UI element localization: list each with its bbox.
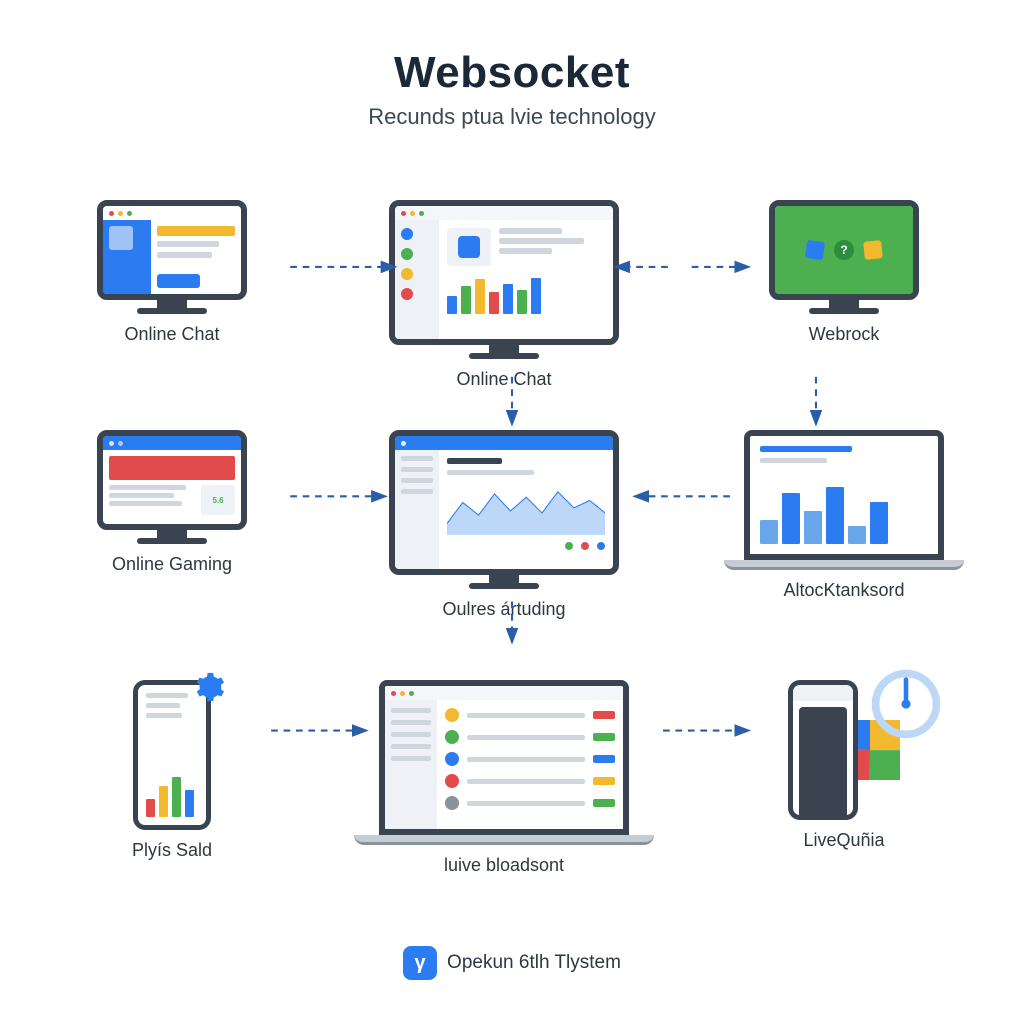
cell-laptop-barchart: AltocKtanksord [724,430,964,601]
cell-label: Webrock [809,324,880,345]
monitor-icon [97,200,247,314]
header: Websocket Recunds ptua lvie technology [0,0,1024,130]
cell-online-gaming: 5.6 Online Gaming [97,430,247,575]
monitor-icon [389,430,619,589]
cell-label: Online Chat [456,369,551,390]
cell-online-chat-center: Online Chat [389,200,619,390]
laptop-icon [354,680,654,845]
bar-chart-icon [146,772,198,817]
footer-logo-icon: γ [403,946,437,980]
phone-pie-icon [788,680,900,820]
cell-center-trading: Oulres ártuding [389,430,619,620]
cell-phone-left: Plyís Sald [132,680,212,861]
cell-label: luive bloadsont [444,855,564,876]
cell-label: Oulres ártuding [442,599,565,620]
bar-chart-icon [760,484,928,544]
area-chart-icon [447,481,605,536]
diagram-grid: Online Chat [60,200,964,880]
monitor-icon: 5.6 [97,430,247,544]
page-title: Websocket [0,48,1024,98]
cell-webrock: ? Webrock [769,200,919,345]
bar-chart-icon [447,274,605,314]
cell-label: Plyís Sald [132,840,212,861]
cell-laptop-list: luive bloadsont [354,680,654,876]
cell-label: LiveQuñia [803,830,884,851]
footer-text: Opekun 6tlh Tlystem [447,952,621,974]
cell-online-chat-left: Online Chat [97,200,247,345]
cell-label: Online Chat [124,324,219,345]
page-subtitle: Recunds ptua lvie technology [0,104,1024,130]
gauge-icon [868,666,944,742]
cell-phone-right: LiveQuñia [788,680,900,851]
phone-icon [133,680,211,830]
footer: γ Opekun 6tlh Tlystem [0,946,1024,980]
monitor-icon: ? [769,200,919,314]
cell-label: Online Gaming [112,554,232,575]
monitor-icon [389,200,619,359]
cell-label: AltocKtanksord [783,580,904,601]
gear-icon [191,670,225,704]
laptop-icon [724,430,964,570]
